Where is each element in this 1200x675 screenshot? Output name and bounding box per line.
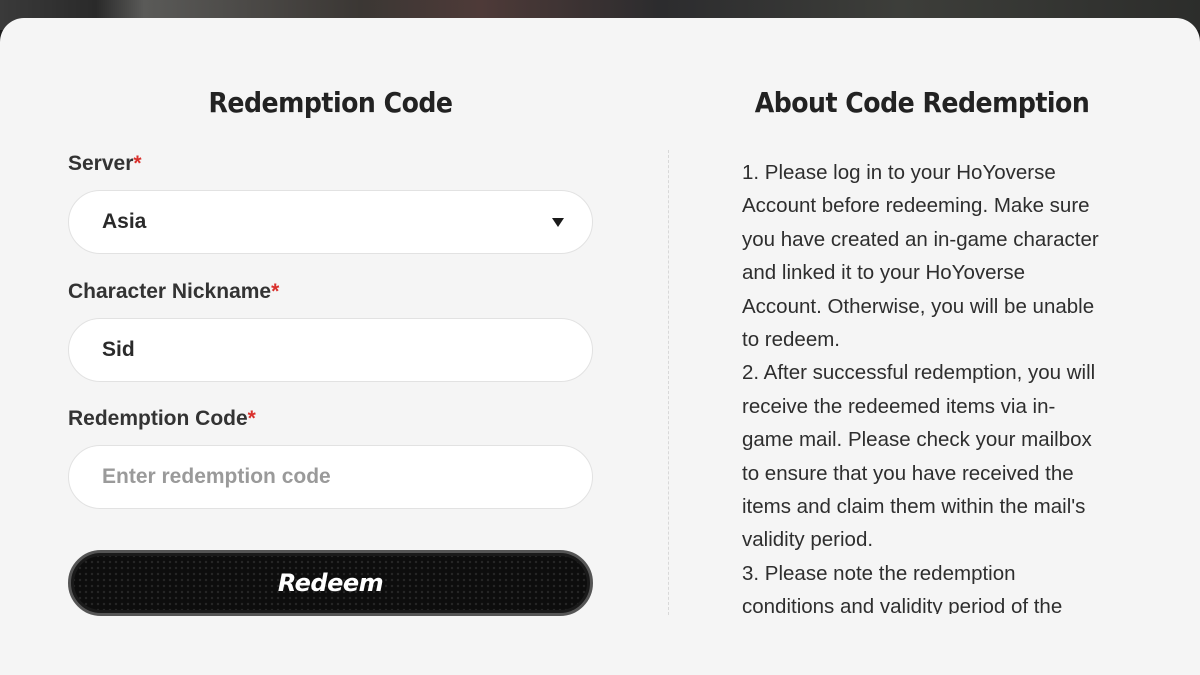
nickname-label: Character Nickname*: [68, 280, 279, 304]
nickname-field-value: Sid: [102, 338, 135, 361]
about-paragraph: 2. After successful redemption, you will…: [742, 361, 1096, 552]
about-title: About Code Redemption: [754, 86, 1090, 119]
caret-down-icon[interactable]: [552, 218, 564, 227]
about-text: 1. Please log in to your HoYoverse Accou…: [742, 156, 1102, 614]
required-mark: *: [133, 152, 142, 175]
code-label: Redemption Code*: [68, 407, 256, 431]
required-mark: *: [247, 407, 256, 430]
nickname-label-text: Character Nickname: [68, 280, 272, 303]
form-title: Redemption Code: [208, 86, 454, 119]
redemption-code-placeholder: Enter redemption code: [102, 465, 331, 488]
code-label-text: Redemption Code: [68, 407, 248, 430]
redeem-button-label: Redeem: [277, 569, 384, 597]
server-select-value: Asia: [102, 210, 147, 233]
redeem-button[interactable]: Redeem: [68, 550, 593, 616]
required-mark: *: [271, 280, 280, 303]
server-label: Server*: [68, 152, 142, 176]
about-paragraph: 1. Please log in to your HoYoverse Accou…: [742, 161, 1099, 352]
column-divider: [668, 150, 669, 615]
about-paragraph: 3. Please note the redemption conditions…: [742, 561, 1063, 614]
server-label-text: Server: [68, 152, 134, 175]
about-section: About Code Redemption 1. Please log in t…: [742, 18, 1102, 675]
redemption-code-input[interactable]: Enter redemption code: [68, 445, 593, 509]
server-select[interactable]: Asia: [68, 190, 593, 254]
redemption-panel: Redemption Code Server* Asia Character N…: [0, 18, 1200, 675]
nickname-field[interactable]: Sid: [68, 318, 593, 382]
